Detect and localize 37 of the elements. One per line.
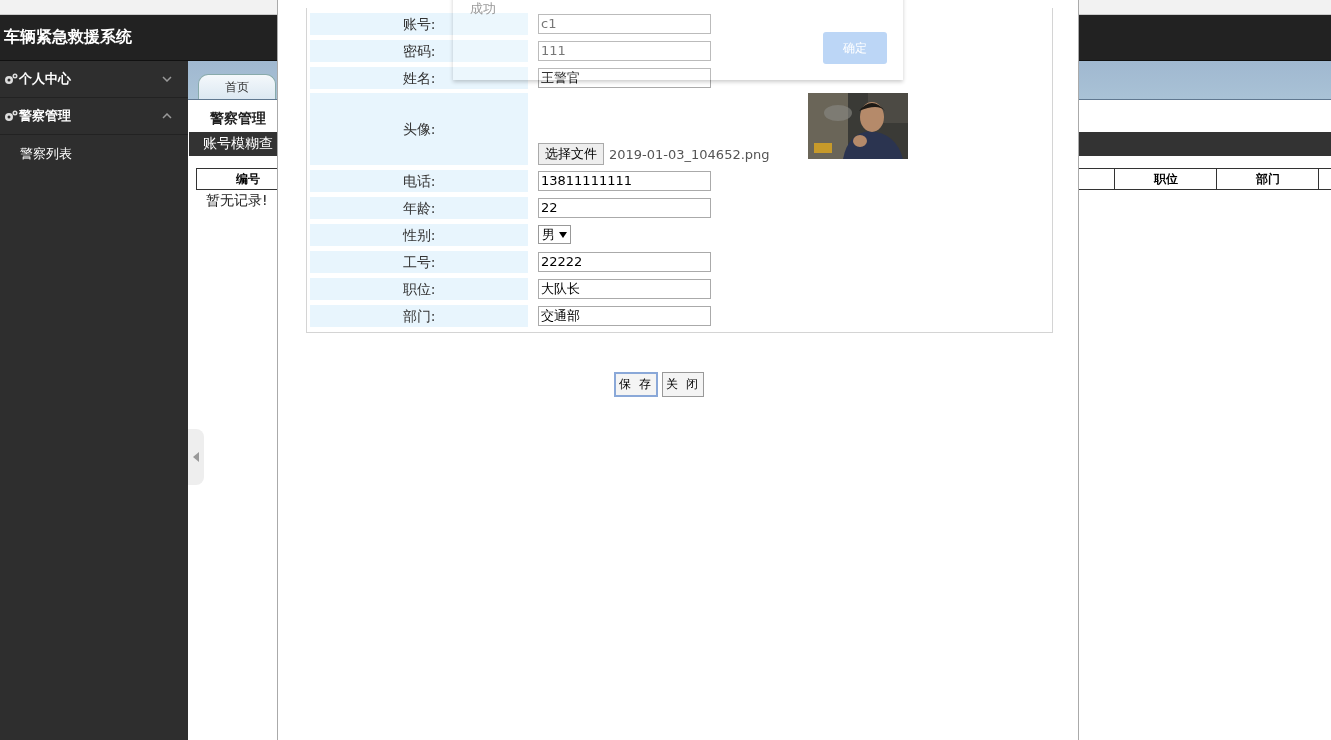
field-label: 头像: [310, 93, 528, 165]
field-label: 职位: [310, 277, 528, 300]
field-label: 工号: [310, 250, 528, 273]
input-field[interactable]: 交通部 [538, 305, 711, 326]
sidebar-item[interactable]: 警察管理 [0, 98, 188, 135]
choose-file-button[interactable]: 选择文件 [538, 143, 604, 165]
field-label: 姓名: [310, 66, 528, 89]
chevron-up-icon [162, 113, 172, 119]
gender-select[interactable]: 男 [538, 225, 571, 244]
sidebar-subitem[interactable]: 警察列表 [0, 135, 188, 171]
app-title: 车辆紧急救援系统 [4, 27, 132, 48]
input-field[interactable]: 大队长 [538, 278, 711, 299]
column-header-blank [1318, 168, 1331, 190]
page-title: 警察管理 [209, 109, 266, 128]
gears-icon [4, 73, 18, 85]
close-button[interactable]: 关 闭 [662, 372, 704, 397]
input-field[interactable]: 22 [538, 197, 711, 218]
column-header: 部门 [1216, 168, 1318, 190]
gears-icon [4, 110, 18, 122]
chevron-down-icon [162, 76, 172, 82]
input-field[interactable]: 13811111111 [538, 170, 711, 191]
field-label: 部门: [310, 304, 528, 327]
caret-left-icon [193, 452, 199, 462]
input-field[interactable]: 22222 [538, 251, 711, 272]
save-button[interactable]: 保 存 [614, 372, 658, 397]
column-header: 职位 [1114, 168, 1216, 190]
field-label: 性别: [310, 223, 528, 246]
empty-message: 暂无记录! [206, 191, 268, 210]
tab[interactable]: 首页 [198, 74, 276, 99]
field-label: 电话: [310, 169, 528, 192]
input-field[interactable]: 王警官 [538, 67, 711, 88]
field-label: 年龄: [310, 196, 528, 219]
field-label: 密码: [310, 39, 528, 62]
search-label: 账号模糊查 [203, 135, 273, 153]
dropdown-arrow-icon [559, 231, 567, 238]
collapse-handle[interactable] [188, 429, 204, 485]
file-name: 2019-01-03_104652.png [609, 146, 770, 162]
